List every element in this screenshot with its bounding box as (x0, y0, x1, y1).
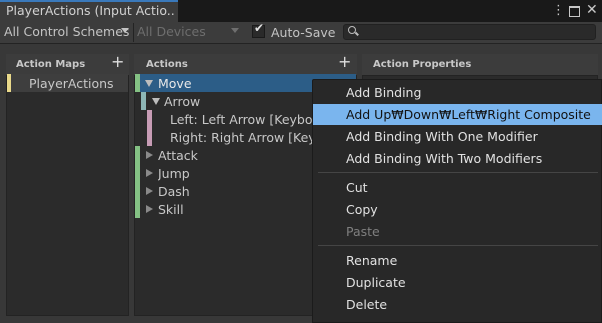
menu-item-add-composite[interactable]: Add Up₩Down₩Left₩Right Composite (346, 107, 591, 122)
actions-title: Actions (146, 59, 188, 70)
menu-item-rename[interactable]: Rename (346, 253, 397, 268)
action-label[interactable]: Move (158, 76, 192, 94)
action-label[interactable]: Jump (158, 166, 190, 184)
action-label[interactable]: Attack (158, 148, 198, 166)
menu-separator (318, 172, 598, 173)
chevron-down-icon[interactable] (121, 28, 129, 33)
menu-item-delete[interactable]: Delete (346, 297, 387, 312)
action-maps-panel (6, 54, 129, 316)
action-color-bar (135, 146, 140, 164)
menu-item-paste: Paste (346, 224, 380, 239)
checkmark-icon[interactable]: ✔ (254, 21, 264, 35)
maximize-icon[interactable] (569, 6, 580, 17)
action-color-bar (135, 200, 140, 218)
menu-item-add-binding[interactable]: Add Binding (346, 85, 421, 100)
composite-label[interactable]: Arrow (164, 94, 200, 112)
menu-item-add-binding-two-modifiers[interactable]: Add Binding With Two Modifiers (346, 151, 542, 166)
collapsed-arrow-icon[interactable] (146, 169, 153, 177)
window-tab-title[interactable]: PlayerActions (Input Actio... (6, 3, 174, 18)
action-maps-title: Action Maps (16, 59, 86, 70)
binding-label[interactable]: Left: Left Arrow [Keyboard] (170, 112, 312, 130)
action-properties-title: Action Properties (373, 59, 472, 70)
action-label[interactable]: Dash (158, 184, 190, 202)
action-map-label[interactable]: PlayerActions (29, 76, 114, 91)
search-input[interactable] (343, 24, 596, 40)
binding-label[interactable]: Right: Right Arrow [Keyboard] (170, 130, 312, 148)
chevron-down-icon[interactable] (231, 28, 239, 33)
binding-color-bar (147, 110, 152, 128)
expand-arrow-icon[interactable] (152, 98, 160, 105)
action-map-color-bar (7, 74, 11, 92)
menu-item-copy[interactable]: Copy (346, 202, 378, 217)
menu-item-cut[interactable]: Cut (346, 180, 368, 195)
binding-color-bar (147, 128, 152, 146)
collapsed-arrow-icon[interactable] (146, 205, 153, 213)
menu-item-duplicate[interactable]: Duplicate (346, 275, 406, 290)
action-label[interactable]: Skill (158, 202, 184, 220)
action-color-bar (135, 182, 140, 200)
close-icon[interactable]: ✕ (586, 2, 598, 18)
menu-separator (318, 245, 598, 246)
collapsed-arrow-icon[interactable] (146, 151, 153, 159)
toolbar-divider (133, 23, 134, 42)
add-action-map-button[interactable]: + (111, 52, 124, 71)
add-action-button[interactable]: + (338, 52, 351, 71)
devices-dropdown[interactable]: All Devices (137, 24, 206, 39)
action-color-bar (135, 164, 140, 182)
kebab-icon[interactable]: ⋮ (552, 3, 565, 18)
auto-save-label[interactable]: Auto-Save (271, 25, 335, 40)
composite-color-bar (141, 92, 146, 110)
menu-item-add-binding-one-modifier[interactable]: Add Binding With One Modifier (346, 129, 538, 144)
expand-arrow-icon[interactable] (145, 80, 153, 87)
control-schemes-dropdown[interactable]: All Control Schemes (4, 24, 129, 39)
action-color-bar (135, 74, 140, 92)
collapsed-arrow-icon[interactable] (146, 187, 153, 195)
